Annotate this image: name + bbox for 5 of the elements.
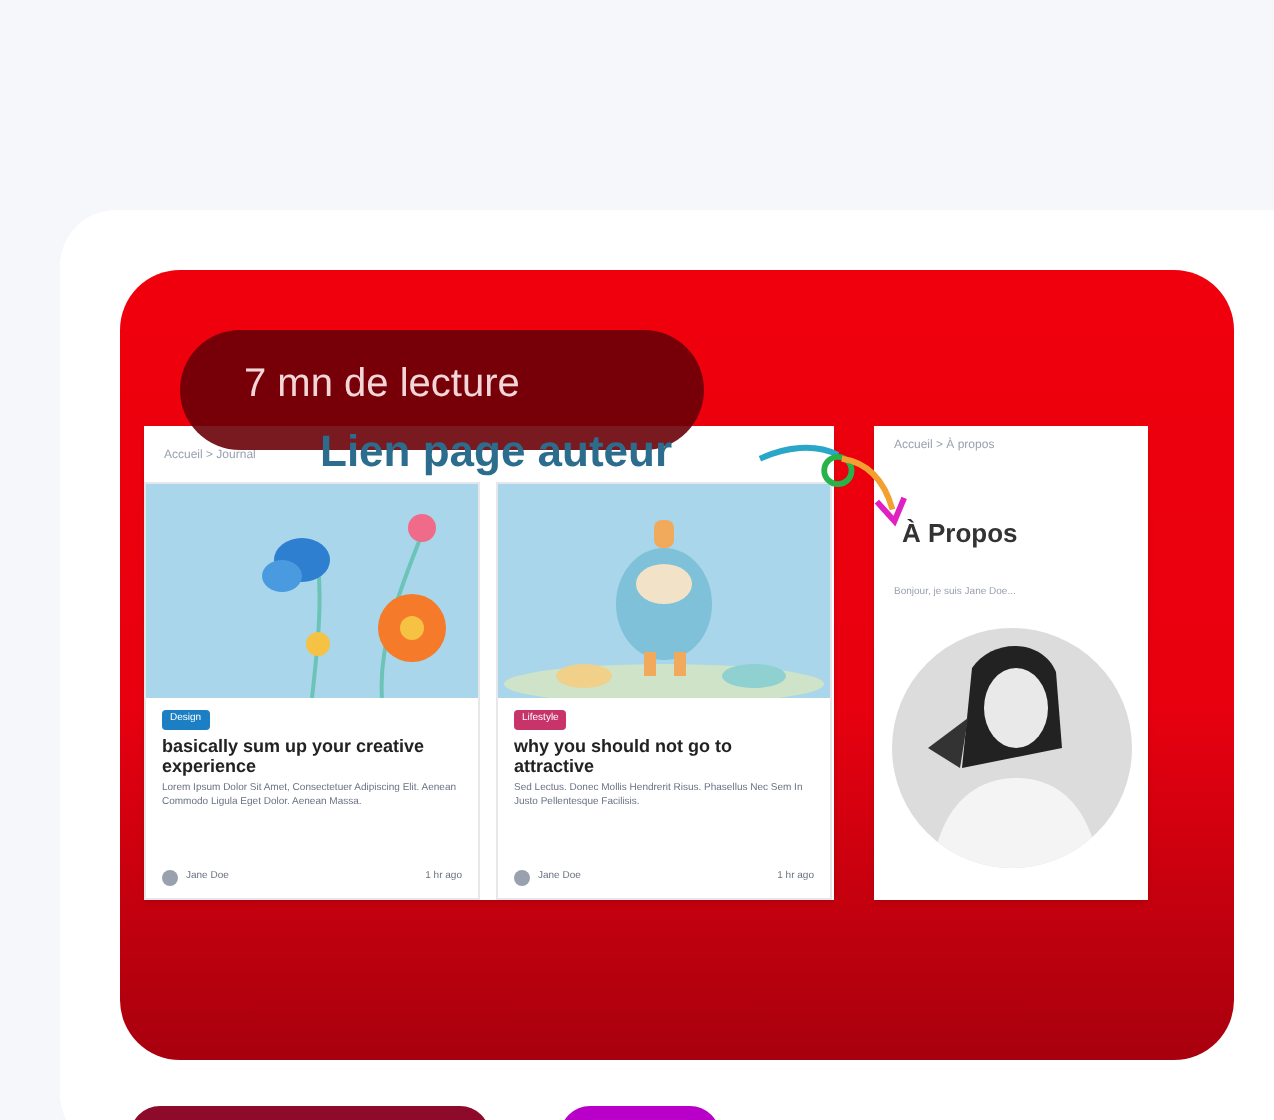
page-title: À Propos bbox=[902, 516, 1020, 552]
avatar-icon bbox=[514, 870, 530, 886]
article-title: basically sum up your creative experience bbox=[162, 735, 427, 775]
article-title: why you should not go to attractive bbox=[514, 735, 734, 775]
avatar-icon bbox=[162, 870, 178, 886]
